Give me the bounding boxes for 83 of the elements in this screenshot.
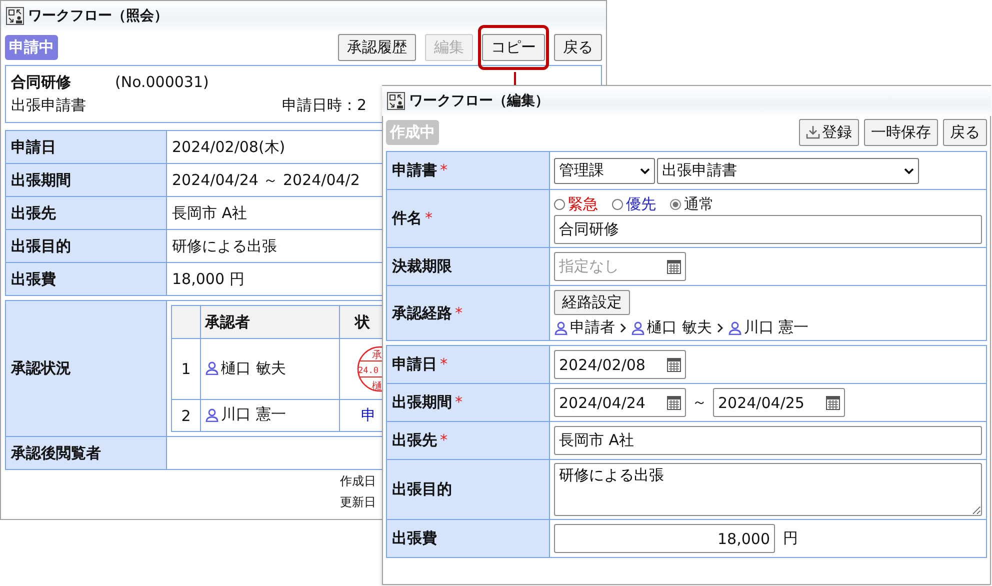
calendar-icon — [667, 396, 681, 410]
status-badge: 作成中 — [386, 120, 439, 144]
field-label: 件名 * — [386, 190, 550, 248]
action-button[interactable]: 戻る — [943, 118, 987, 146]
subject-input[interactable]: 合同研修 — [554, 215, 982, 244]
action-button[interactable]: 戻る — [554, 34, 602, 60]
dropdown[interactable]: 管理課 — [554, 158, 655, 184]
amount-input[interactable]: 18,000 — [554, 524, 775, 553]
approver-cell: 川口 憲一 — [200, 400, 340, 432]
person-icon — [728, 320, 742, 334]
field-value: 18,000 円 — [172, 270, 244, 288]
approval-stamp-drawing: 承 24.0 樋 — [355, 345, 382, 393]
field-label: 出張先 * — [386, 422, 550, 460]
document-number: (No.000031) — [115, 72, 209, 93]
download-icon — [806, 125, 820, 139]
radio-option[interactable]: 緊急 — [554, 194, 598, 214]
chevron-right-icon — [620, 322, 626, 332]
person-icon — [205, 408, 219, 422]
field-label: 申請日 — [6, 130, 166, 164]
timestamp-label: 更新日 — [340, 494, 376, 511]
field-label: 決裁期限 — [386, 248, 550, 286]
text-input[interactable]: 長岡市 A社 — [554, 426, 982, 455]
field-value: 2024/04/24 ～ 2024/04/2 — [172, 170, 360, 188]
route-setting-button[interactable]: 経路設定 — [554, 290, 630, 315]
chevron-right-icon — [716, 322, 723, 332]
calendar-icon — [667, 358, 681, 372]
status-badge: 申請中 — [5, 34, 58, 60]
workflow-icon — [387, 92, 405, 110]
subject-title: 合同研修 — [11, 72, 72, 93]
field-label: 承認後閲覧者 — [6, 436, 166, 470]
route-person: 樋口 敏夫 — [631, 318, 712, 337]
field-label: 申請書 * — [386, 152, 550, 190]
range-separator: ～ — [692, 393, 707, 412]
date-label: 申請日時：2 — [282, 95, 367, 116]
action-button[interactable]: コピー — [482, 34, 545, 60]
action-button[interactable]: 登録 — [799, 118, 859, 146]
calendar-icon — [667, 260, 681, 274]
chevron-down-icon — [640, 168, 650, 174]
radio-option[interactable]: 通常 — [670, 194, 714, 214]
field-value: 長岡市 A社 — [172, 204, 248, 222]
action-button[interactable]: 一時保存 — [864, 118, 938, 146]
field-label: 出張費 — [386, 520, 550, 558]
unit-label: 円 — [783, 529, 798, 548]
route-person: 川口 憲一 — [728, 318, 809, 337]
calendar-icon — [826, 396, 840, 410]
date-field[interactable]: 2024/04/24 — [554, 388, 686, 417]
date-field[interactable]: 2024/02/08 — [554, 350, 686, 379]
required-mark: * — [455, 304, 462, 322]
field-value: 研修による出張 — [172, 236, 277, 254]
field-value: 2024/02/08(木) — [172, 138, 286, 156]
column-header: 承認者 — [200, 306, 340, 338]
action-button[interactable]: 承認履歴 — [338, 34, 416, 60]
window-title: ワークフロー（編集） — [409, 92, 549, 110]
field-label: 承認状況 — [6, 300, 166, 436]
row-number: 1 — [172, 338, 200, 400]
window-title: ワークフロー（照会） — [28, 7, 168, 25]
person-icon — [631, 320, 645, 334]
person-icon — [205, 361, 219, 376]
required-mark: * — [440, 161, 448, 179]
required-mark: * — [425, 209, 432, 227]
field-label: 出張期間 * — [386, 384, 550, 422]
required-mark: * — [440, 431, 448, 449]
field-label: 出張費 — [6, 262, 166, 296]
radio-option[interactable]: 優先 — [612, 194, 656, 214]
field-label: 申請日 * — [386, 346, 550, 384]
form-name: 出張申請書 — [11, 95, 86, 116]
date-field[interactable]: 2024/04/25 — [713, 388, 845, 417]
field-label: 出張期間 — [6, 164, 166, 196]
status-link[interactable]: 申 — [355, 406, 376, 424]
required-mark: * — [440, 355, 448, 373]
approver-cell: 樋口 敏夫 — [200, 338, 340, 400]
dropdown[interactable]: 出張申請書 — [657, 158, 919, 184]
field-label: 承認経路 * — [386, 286, 550, 340]
row-number: 2 — [172, 400, 200, 432]
timestamp-label: 作成日 — [340, 473, 376, 490]
field-label: 出張目的 — [6, 230, 166, 262]
field-label: 出張目的 — [386, 460, 550, 520]
chevron-down-icon — [904, 168, 914, 174]
required-mark: * — [455, 393, 462, 411]
person-icon — [554, 320, 568, 334]
field-label: 出張先 — [6, 196, 166, 230]
workflow-icon — [6, 7, 24, 25]
textarea-field[interactable]: 研修による出張 — [554, 463, 982, 516]
